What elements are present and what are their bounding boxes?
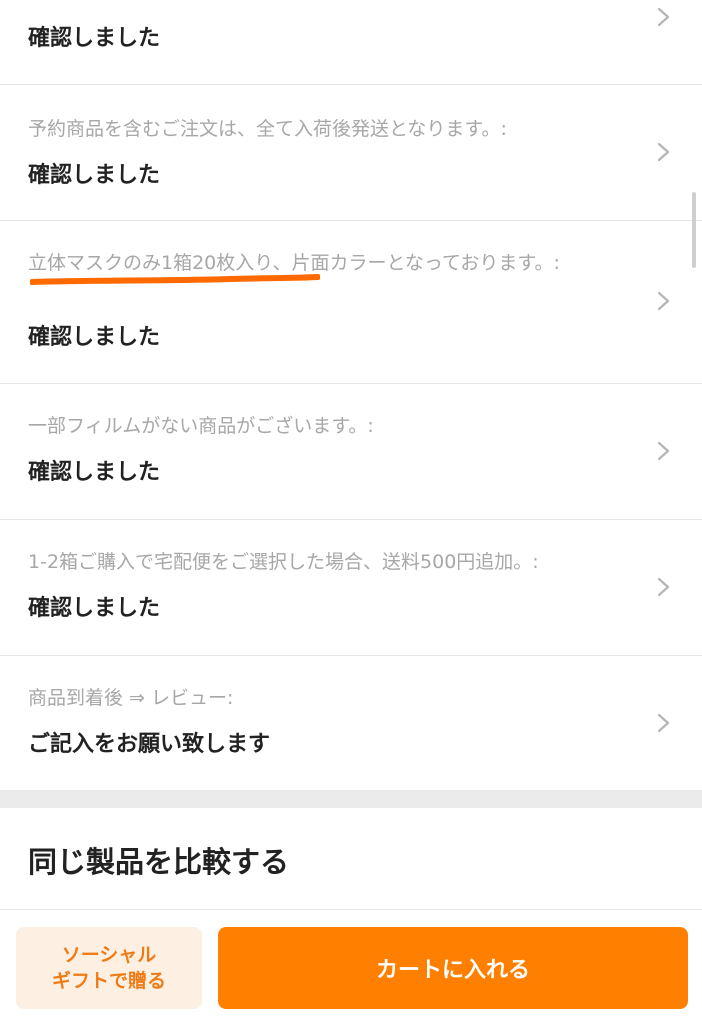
chevron-right-icon xyxy=(657,441,670,461)
scrollbar[interactable] xyxy=(692,192,696,268)
option-row-1[interactable]: 予約商品を含むご注文は、全て入荷後発送となります。: 確認しました xyxy=(0,85,702,221)
social-gift-button[interactable]: ソーシャル ギフトで贈る xyxy=(16,927,202,1009)
highlight-underline xyxy=(30,274,320,285)
section-divider xyxy=(0,790,702,808)
option-label: 商品到着後 ⇒ レビュー: xyxy=(28,687,234,709)
chevron-right-icon xyxy=(657,291,670,311)
page: 確認しました 予約商品を含むご注文は、全て入荷後発送となります。: 確認しました… xyxy=(0,0,702,1024)
option-row-3[interactable]: 一部フィルムがない商品がございます。: 確認しました xyxy=(0,384,702,520)
chevron-right-icon xyxy=(657,142,670,162)
option-row-0[interactable]: 確認しました xyxy=(0,0,702,85)
add-to-cart-button[interactable]: カートに入れる xyxy=(218,927,688,1009)
option-label: 予約商品を含むご注文は、全て入荷後発送となります。: xyxy=(28,118,507,140)
option-value: ご記入をお願い致します xyxy=(28,732,271,757)
option-value: 確認しました xyxy=(28,163,161,188)
option-label: 一部フィルムがない商品がございます。: xyxy=(28,415,374,437)
option-value: 確認しました xyxy=(28,460,161,485)
chevron-right-icon xyxy=(657,7,670,27)
option-value: 確認しました xyxy=(28,26,161,51)
option-row-4[interactable]: 1-2箱ご購入で宅配便をご選択した場合、送料500円追加。: 確認しました xyxy=(0,520,702,656)
compare-section[interactable]: 同じ製品を比較する xyxy=(0,808,702,910)
option-value: 確認しました xyxy=(28,596,161,621)
gift-button-line-2: ギフトで贈る xyxy=(51,970,166,992)
option-value: 確認しました xyxy=(28,325,161,350)
gift-button-line-1: ソーシャル xyxy=(61,944,157,966)
option-label: 1-2箱ご購入で宅配便をご選択した場合、送料500円追加。: xyxy=(28,551,539,573)
option-row-5[interactable]: 商品到着後 ⇒ レビュー: ご記入をお願い致します xyxy=(0,656,702,790)
option-row-2[interactable]: 立体マスクのみ1箱20枚入り、片面カラーとなっております。: 確認しました xyxy=(0,221,702,384)
option-label: 立体マスクのみ1箱20枚入り、片面カラーとなっております。: xyxy=(28,252,560,274)
compare-title: 同じ製品を比較する xyxy=(28,845,290,879)
chevron-right-icon xyxy=(657,713,670,733)
bottom-action-bar: ソーシャル ギフトで贈る カートに入れる xyxy=(0,910,702,1024)
chevron-right-icon xyxy=(657,577,670,597)
